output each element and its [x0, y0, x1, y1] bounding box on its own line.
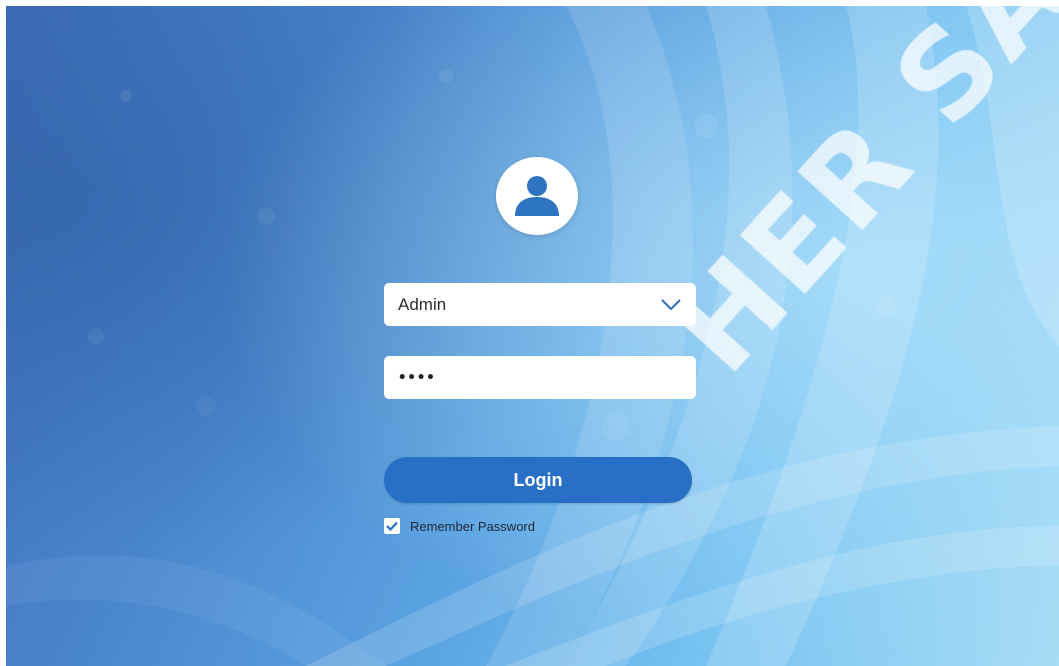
password-field[interactable]: •••• [384, 356, 696, 399]
chevron-down-icon[interactable] [660, 298, 682, 312]
login-screen: HER SA Admin •••• Login Remember Passwor… [6, 6, 1059, 666]
avatar [496, 157, 578, 235]
user-avatar-icon [515, 176, 559, 216]
user-select-value: Admin [398, 294, 447, 314]
background-wallpaper [6, 6, 1059, 666]
user-select-dropdown[interactable]: Admin [384, 283, 696, 326]
watermark-text: HER SA [646, 6, 1059, 400]
remember-password-checkbox[interactable] [384, 518, 400, 534]
remember-password-label: Remember Password [410, 518, 535, 534]
remember-password-option[interactable]: Remember Password [384, 518, 535, 534]
login-button[interactable]: Login [384, 457, 692, 503]
checkmark-icon [386, 521, 398, 532]
